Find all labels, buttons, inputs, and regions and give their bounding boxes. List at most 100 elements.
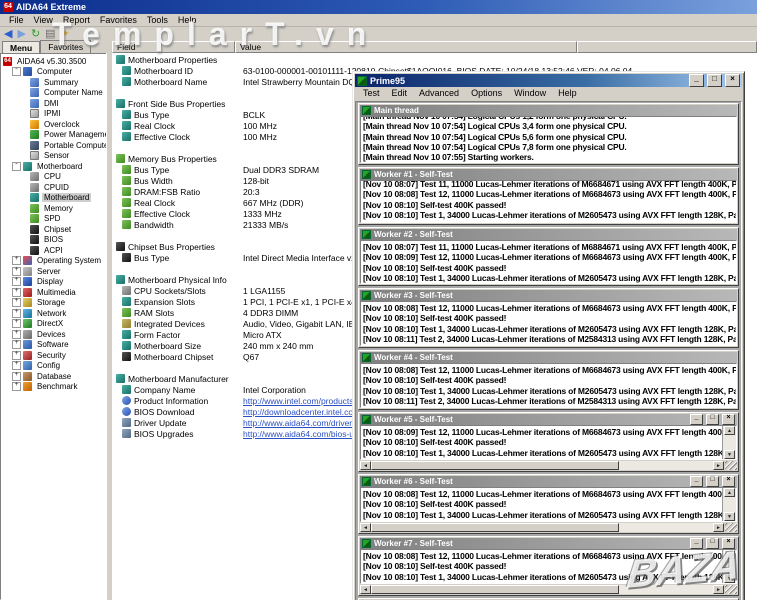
expand-icon[interactable]: + [12,340,21,349]
child-title-bar[interactable]: Main thread [360,105,737,116]
menu-item-aida-file[interactable]: File [4,15,29,25]
scroll-right-button[interactable]: ► [713,585,724,594]
menu-item-prime95-window[interactable]: Window [508,88,552,98]
sidebar-item-dmi[interactable]: DMI [1,98,107,109]
scroll-left-button[interactable]: ◄ [360,523,371,532]
minimize-button[interactable]: _ [690,538,703,549]
sidebar-item-multimedia[interactable]: +Multimedia [1,287,107,298]
sidebar-item-power-management[interactable]: Power Management [1,130,107,141]
sidebar-item-database[interactable]: +Database [1,371,107,382]
h-scrollbar-thumb[interactable] [371,461,619,470]
maximize-button[interactable]: □ [707,74,722,87]
sidebar-item-config[interactable]: +Config [1,361,107,372]
prime95-window[interactable]: Prime95 _ □ × TestEditAdvancedOptionsWin… [352,71,745,600]
child-window-worker-4-self-test[interactable]: Worker #4 - Self-Test[Nov 10 08:08] Test… [358,350,739,410]
h-scrollbar-track[interactable] [619,523,713,532]
sidebar-item-server[interactable]: +Server [1,266,107,277]
row-motherboard-properties[interactable]: Motherboard Properties [112,54,757,65]
collapse-icon[interactable]: - [12,67,21,76]
sidebar-item-devices[interactable]: +Devices [1,329,107,340]
child-window-main-thread[interactable]: Main thread[Main thread Nov 10 07:54] Lo… [358,103,739,165]
expand-icon[interactable]: + [12,319,21,328]
report-icon[interactable]: ▤ [45,28,55,40]
maximize-button[interactable]: □ [706,476,719,487]
sidebar-item-security[interactable]: +Security [1,350,107,361]
vertical-scrollbar[interactable]: ▲▼ [722,488,736,521]
sidebar-item-cpu[interactable]: CPU [1,172,107,183]
scroll-up-button[interactable]: ▲ [724,488,735,497]
column-header-field[interactable]: Field [112,41,235,53]
close-button[interactable]: × [725,74,740,87]
h-scrollbar-thumb[interactable] [371,585,619,594]
h-scrollbar-track[interactable] [619,461,713,470]
expand-icon[interactable]: + [12,267,21,276]
child-title-bar[interactable]: Worker #3 - Self-Test [360,290,737,301]
child-title-bar[interactable]: Worker #7 - Self-Test_□× [360,538,737,549]
scroll-down-button[interactable]: ▼ [724,512,735,521]
expand-icon[interactable]: + [12,277,21,286]
sidebar-item-chipset[interactable]: Chipset [1,224,107,235]
favorites-icon[interactable]: ✦ [61,28,70,40]
expand-icon[interactable]: + [12,382,21,391]
child-title-bar[interactable]: Worker #2 - Self-Test [360,229,737,240]
child-title-bar[interactable]: Worker #5 - Self-Test_□× [360,414,737,425]
child-window-worker-5-self-test[interactable]: Worker #5 - Self-Test_□×[Nov 10 08:09] T… [358,412,739,472]
sidebar-item-sensor[interactable]: Sensor [1,151,107,162]
horizontal-scrollbar[interactable]: ◄► [360,523,724,532]
scroll-left-button[interactable]: ◄ [360,461,371,470]
sidebar-item-summary[interactable]: Summary [1,77,107,88]
scroll-right-button[interactable]: ► [713,461,724,470]
expand-icon[interactable]: + [12,256,21,265]
expand-icon[interactable]: + [12,298,21,307]
sidebar-item-computer[interactable]: -Computer [1,67,107,78]
expand-icon[interactable]: + [12,309,21,318]
expand-icon[interactable]: + [12,361,21,370]
menu-item-aida-report[interactable]: Report [58,15,95,25]
maximize-button[interactable]: □ [706,414,719,425]
sidebar-item-display[interactable]: +Display [1,277,107,288]
maximize-button[interactable]: □ [706,538,719,549]
scroll-up-button[interactable]: ▲ [724,550,735,559]
sidebar-item-network[interactable]: +Network [1,308,107,319]
close-button[interactable]: × [722,538,735,549]
resize-grip-icon[interactable] [725,585,737,594]
menu-item-prime95-options[interactable]: Options [465,88,508,98]
sidebar-item-ipmi[interactable]: IPMI [1,109,107,120]
tab-favorites[interactable]: Favorites [40,40,91,53]
back-icon[interactable]: ◀ [4,28,12,40]
child-window-worker-6-self-test[interactable]: Worker #6 - Self-Test_□×[Nov 10 08:08] T… [358,474,739,534]
expand-icon[interactable]: + [12,330,21,339]
menu-item-aida-help[interactable]: Help [173,15,202,25]
resize-grip-icon[interactable] [725,523,737,532]
sidebar-item-spd[interactable]: SPD [1,214,107,225]
resize-grip-icon[interactable] [725,461,737,470]
sidebar-item-motherboard[interactable]: -Motherboard [1,161,107,172]
sidebar-item-memory[interactable]: Memory [1,203,107,214]
menu-item-aida-tools[interactable]: Tools [142,15,173,25]
child-title-bar[interactable]: Worker #6 - Self-Test_□× [360,476,737,487]
child-title-bar[interactable]: Worker #1 - Self-Test [360,169,737,180]
scroll-down-button[interactable]: ▼ [724,574,735,583]
sidebar-item-operating-system[interactable]: +Operating System [1,256,107,267]
child-window-worker-2-self-test[interactable]: Worker #2 - Self-Test[Nov 10 08:07] Test… [358,227,739,286]
sidebar-item-motherboard[interactable]: Motherboard [1,193,107,204]
scroll-down-button[interactable]: ▼ [724,450,735,459]
sidebar-item-acpi[interactable]: ACPI [1,245,107,256]
minimize-button[interactable]: _ [690,476,703,487]
scroll-left-button[interactable]: ◄ [360,585,371,594]
minimize-button[interactable]: _ [689,74,704,87]
menu-item-prime95-edit[interactable]: Edit [386,88,414,98]
sidebar-item-cpuid[interactable]: CPUID [1,182,107,193]
child-window-worker-7-self-test[interactable]: Worker #7 - Self-Test_□×[Nov 10 08:08] T… [358,536,739,596]
sidebar-item-bios[interactable]: BIOS [1,235,107,246]
expand-icon[interactable]: + [12,351,21,360]
menu-item-aida-view[interactable]: View [29,15,58,25]
horizontal-scrollbar[interactable]: ◄► [360,585,724,594]
menu-item-prime95-advanced[interactable]: Advanced [413,88,465,98]
collapse-icon[interactable]: - [12,162,21,171]
prime95-title-bar[interactable]: Prime95 _ □ × [355,74,742,87]
expand-icon[interactable]: + [12,288,21,297]
scroll-up-button[interactable]: ▲ [724,426,735,435]
sidebar-item-computer-name[interactable]: Computer Name [1,88,107,99]
child-window-worker-1-self-test[interactable]: Worker #1 - Self-Test[Nov 10 08:07] Test… [358,167,739,225]
